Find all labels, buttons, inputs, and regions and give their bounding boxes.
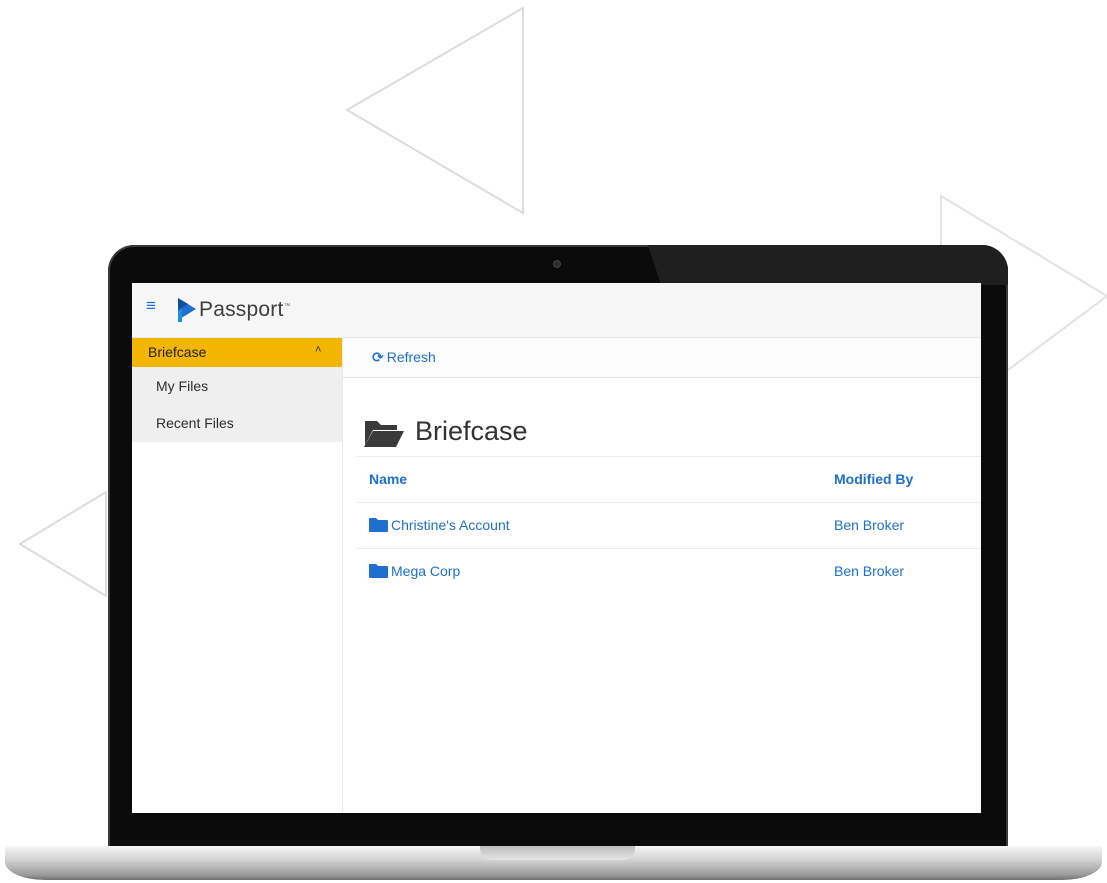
modified-by-link[interactable]: Ben Broker xyxy=(834,517,904,533)
file-link[interactable]: Christine's Account xyxy=(369,517,510,533)
refresh-button[interactable]: ⟳ Refresh xyxy=(372,349,436,366)
hamburger-icon[interactable]: ≡ xyxy=(146,297,160,314)
files-table: Name Modified By Christine's Account Ben… xyxy=(357,456,981,594)
sidebar: Briefcase ˄ My Files Recent Files xyxy=(132,338,343,813)
page-title-text: Briefcase xyxy=(415,416,528,446)
main-content: ⟳ Refresh Briefcase Name Modified By Chr… xyxy=(343,338,981,813)
table-header-row: Name Modified By xyxy=(357,456,981,502)
sidebar-item-recent-files[interactable]: Recent Files xyxy=(156,415,234,431)
column-header-modified-by[interactable]: Modified By xyxy=(834,471,913,487)
passport-logo-icon xyxy=(178,298,196,322)
lid-glare xyxy=(648,245,1008,285)
sidebar-item-my-files[interactable]: My Files xyxy=(156,378,208,394)
webcam xyxy=(554,261,560,267)
app-screen: ≡ Passport™ Briefcase ˄ My Files Recent … xyxy=(132,283,981,813)
file-link[interactable]: Mega Corp xyxy=(369,563,460,579)
file-name: Christine's Account xyxy=(391,517,510,533)
marketing-stage: ≡ Passport™ Briefcase ˄ My Files Recent … xyxy=(0,0,1107,883)
chevron-up-icon[interactable]: ˄ xyxy=(315,344,321,356)
sidebar-section-briefcase[interactable]: Briefcase ˄ xyxy=(132,338,342,367)
folder-icon xyxy=(369,518,388,532)
table-row: Christine's Account Ben Broker xyxy=(357,502,981,548)
brand-text: Passport xyxy=(199,298,284,321)
brand-name: Passport™ xyxy=(199,298,291,322)
brand-trademark: ™ xyxy=(283,303,291,310)
refresh-icon: ⟳ xyxy=(372,349,384,365)
sidebar-submenu: My Files Recent Files xyxy=(132,367,342,442)
table-row: Mega Corp Ben Broker xyxy=(357,548,981,594)
file-name: Mega Corp xyxy=(391,563,461,579)
bg-triangle-left xyxy=(18,490,107,598)
folder-icon xyxy=(369,564,388,578)
top-bar: ≡ Passport™ xyxy=(132,283,981,338)
folder-open-icon xyxy=(364,421,404,447)
toolbar: ⟳ Refresh xyxy=(343,338,981,378)
bg-triangle-top xyxy=(345,6,524,215)
laptop-base-notch xyxy=(480,846,635,860)
modified-by-link[interactable]: Ben Broker xyxy=(834,563,904,579)
refresh-label: Refresh xyxy=(386,349,436,365)
sidebar-section-label: Briefcase xyxy=(148,344,207,360)
column-header-name[interactable]: Name xyxy=(369,471,407,487)
